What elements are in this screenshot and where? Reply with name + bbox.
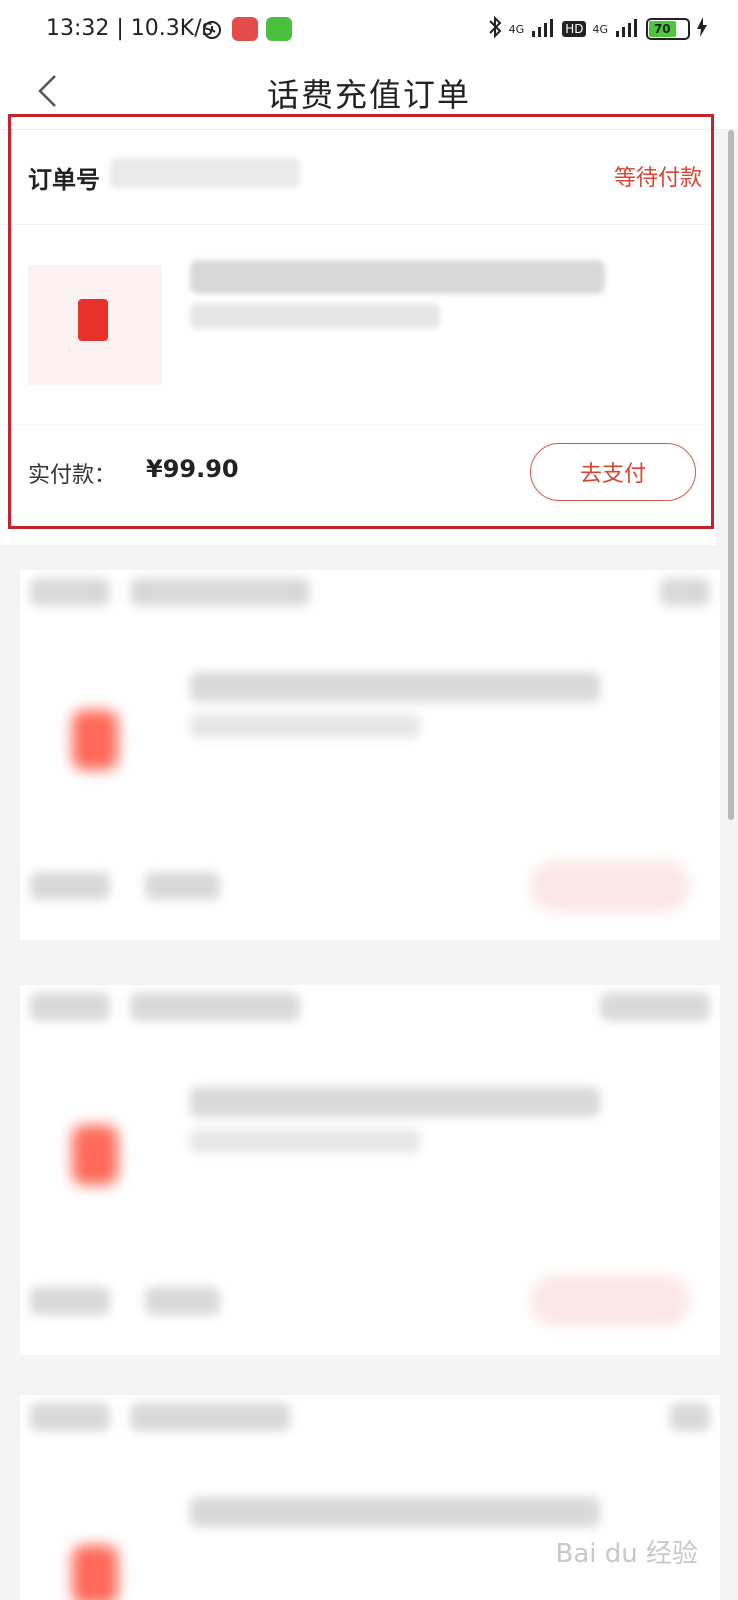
blurred-text [30,1403,110,1431]
order-card-footer: 实付款： ¥99.90 去支付 [0,425,716,545]
hd-badge: HD [562,21,587,37]
blurred-text [145,1287,220,1315]
order-card-blurred[interactable] [20,570,720,940]
paid-amount-label: 实付款： [28,463,117,488]
product-title-redacted [190,260,605,294]
order-status: 等待付款 [613,166,702,191]
app-notification-icon [266,17,292,41]
blurred-button [530,860,690,912]
paid-amount: ¥99.90 [146,455,239,483]
blurred-text [190,672,600,702]
product-thumbnail [28,265,162,385]
network-type-label: 4G [508,22,525,36]
order-number-value-redacted [110,158,300,188]
charging-icon [696,16,708,42]
pay-button[interactable]: 去支付 [530,443,696,501]
order-card-blurred[interactable] [20,985,720,1355]
blurred-text [30,1287,110,1315]
scrollbar[interactable] [728,130,734,820]
bluetooth-icon [487,14,503,44]
signal-icon [530,17,556,41]
watermark: Bai du 经验 [555,1539,698,1569]
blurred-text [600,993,710,1021]
order-number-label: 订单号 [28,166,100,194]
page-title: 话费充值订单 [266,76,471,114]
order-card-body[interactable] [0,225,716,425]
blurred-text [30,993,110,1021]
blurred-button [530,1275,690,1327]
blurred-text [130,993,300,1021]
app-notification-icon [232,17,258,41]
blurred-text [30,578,110,606]
blurred-text [30,872,110,900]
status-indicators: 4G HD 4G 70 [487,14,708,44]
blurred-text [130,1403,290,1431]
signal-icon [614,17,640,41]
status-time: 13:32 | 10.3K/s [46,16,214,41]
product-subtitle-redacted [190,303,440,329]
blurred-text [130,578,310,606]
battery-level: 70 [649,21,676,37]
blurred-thumbnail [72,1545,118,1600]
blurred-text [190,1087,600,1117]
order-card-header: 订单号 等待付款 [0,130,716,225]
blurred-text [190,714,420,738]
blurred-text [190,1129,420,1153]
order-card[interactable]: 订单号 等待付款 实付款： ¥99.90 去支付 [0,130,716,545]
network-type-label: 4G [592,22,608,36]
blurred-text [190,1497,600,1527]
status-bar: 13:32 | 10.3K/s 4G HD 4G 70 [0,0,738,60]
blurred-thumbnail [72,1125,118,1185]
blurred-text [145,872,220,900]
blurred-thumbnail [72,710,118,770]
nav-bar: 话费充值订单 [0,60,738,130]
battery-icon: 70 [646,18,690,40]
recharge-icon [78,299,108,341]
blurred-text [660,578,710,606]
blurred-text [670,1403,710,1431]
alarm-icon [200,17,224,41]
